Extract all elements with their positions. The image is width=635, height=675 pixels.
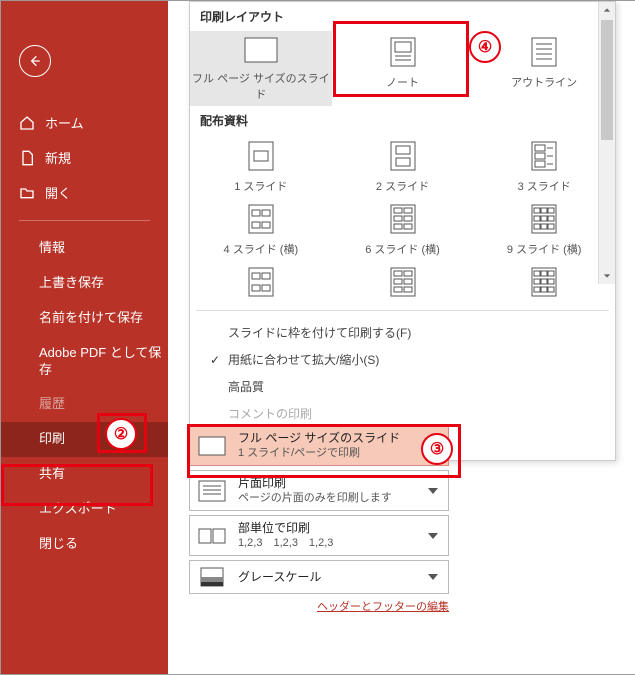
- layout-notes[interactable]: ノート: [332, 31, 474, 106]
- sidebar-share[interactable]: 共有: [1, 457, 168, 492]
- layout-icon: [196, 434, 228, 458]
- handout-6h-label: 6 スライド (横): [365, 244, 440, 256]
- flyout-scrollbar[interactable]: [598, 2, 615, 284]
- sidebar-new[interactable]: 新規: [1, 140, 168, 175]
- setting-layout-sub: 1 スライド/ページで印刷: [238, 446, 428, 461]
- sidebar-save-as[interactable]: 名前を付けて保存: [1, 301, 168, 336]
- sidebar-adobe-pdf[interactable]: Adobe PDF として保存: [1, 336, 168, 388]
- back-button[interactable]: [19, 45, 51, 77]
- sidebar-home[interactable]: ホーム: [1, 105, 168, 140]
- handout-6v-slides[interactable]: [332, 261, 474, 308]
- layout-outline[interactable]: アウトライン: [473, 31, 615, 106]
- home-icon: [19, 115, 35, 131]
- setting-side-title: 片面印刷: [238, 475, 428, 491]
- layout-full-page-label: フル ページ サイズのスライド: [192, 73, 330, 101]
- handout-9v-icon: [531, 267, 557, 300]
- sidebar-separator: [19, 220, 150, 221]
- opt-hq-label: 高品質: [228, 378, 264, 395]
- print-settings: フル ページ サイズのスライド 1 スライド/ページで印刷 片面印刷 ページの片…: [189, 425, 449, 614]
- layout-outline-label: アウトライン: [511, 77, 577, 89]
- handout-4v-slides[interactable]: [190, 261, 332, 308]
- setting-color-dropdown[interactable]: グレースケール: [189, 560, 449, 594]
- header-footer-link[interactable]: ヘッダーとフッターの編集: [317, 601, 449, 613]
- sidebar-home-label: ホーム: [45, 113, 84, 132]
- chevron-down-icon: [428, 533, 438, 539]
- opt-frame-label: スライドに枠を付けて印刷する(F): [228, 324, 411, 341]
- outline-icon: [531, 37, 557, 70]
- check-icon: ✓: [208, 353, 222, 367]
- opt-print-comments: コメントの印刷: [190, 400, 615, 427]
- sidebar-close[interactable]: 閉じる: [1, 527, 168, 562]
- handout-6h-slides[interactable]: 6 スライド (横): [332, 198, 474, 261]
- sidebar-open-label: 開く: [45, 183, 71, 202]
- handout-1-icon: [248, 141, 274, 174]
- setting-side-sub: ページの片面のみを印刷します: [238, 491, 428, 506]
- layout-notes-label: ノート: [386, 77, 419, 89]
- setting-side-dropdown[interactable]: 片面印刷 ページの片面のみを印刷します: [189, 470, 449, 511]
- sidebar-open[interactable]: 開く: [1, 175, 168, 210]
- scroll-down-icon[interactable]: [599, 268, 615, 284]
- sidebar-new-label: 新規: [45, 148, 71, 167]
- layout-full-page[interactable]: フル ページ サイズのスライド: [190, 31, 332, 106]
- sidebar-history[interactable]: 履歴: [1, 387, 168, 422]
- handout-4h-slides[interactable]: 4 スライド (横): [190, 198, 332, 261]
- setting-collate-sub: 1,2,3 1,2,3 1,2,3: [238, 536, 428, 551]
- handout-2-label: 2 スライド: [376, 181, 429, 193]
- sidebar-print[interactable]: 印刷: [1, 422, 168, 457]
- handout-1-label: 1 スライド: [234, 181, 287, 193]
- setting-color-title: グレースケール: [238, 569, 428, 585]
- section-print-layout: 印刷レイアウト: [190, 2, 615, 31]
- scroll-thumb[interactable]: [601, 20, 613, 140]
- sidebar-save[interactable]: 上書き保存: [1, 266, 168, 301]
- chevron-down-icon: [428, 574, 438, 580]
- handout-4v-icon: [248, 267, 274, 300]
- open-icon: [19, 185, 35, 201]
- setting-collate-dropdown[interactable]: 部単位で印刷 1,2,3 1,2,3 1,2,3: [189, 515, 449, 556]
- handout-9h-label: 9 スライド (横): [507, 244, 582, 256]
- handout-3-slides[interactable]: 3 スライド: [473, 135, 615, 198]
- handout-9v-slides[interactable]: [473, 261, 615, 308]
- handout-9h-icon: [531, 204, 557, 237]
- full-page-icon: [244, 37, 278, 66]
- opt-comments-label: コメントの印刷: [228, 405, 312, 422]
- section-handouts: 配布資料: [190, 106, 615, 135]
- handout-4h-label: 4 スライド (横): [224, 244, 299, 256]
- grayscale-icon: [196, 565, 228, 589]
- chevron-down-icon: [428, 443, 438, 449]
- handout-6h-icon: [390, 204, 416, 237]
- chevron-down-icon: [428, 488, 438, 494]
- print-layout-flyout: 印刷レイアウト フル ページ サイズのスライド ノート: [189, 1, 616, 461]
- one-sided-icon: [196, 479, 228, 503]
- collate-icon: [196, 524, 228, 548]
- setting-collate-title: 部単位で印刷: [238, 520, 428, 536]
- opt-frame-slides[interactable]: スライドに枠を付けて印刷する(F): [190, 319, 615, 346]
- handout-3-icon: [531, 141, 557, 174]
- setting-layout-dropdown[interactable]: フル ページ サイズのスライド 1 スライド/ページで印刷: [189, 425, 449, 466]
- handout-3-label: 3 スライド: [518, 181, 571, 193]
- scroll-up-icon[interactable]: [599, 2, 615, 18]
- opt-fit-to-paper[interactable]: ✓ 用紙に合わせて拡大/縮小(S): [190, 346, 615, 373]
- handout-4h-icon: [248, 204, 274, 237]
- handout-6v-icon: [390, 267, 416, 300]
- opt-fit-label: 用紙に合わせて拡大/縮小(S): [228, 351, 379, 368]
- print-panel: 印刷レイアウト フル ページ サイズのスライド ノート: [168, 1, 635, 674]
- handout-1-slide[interactable]: 1 スライド: [190, 135, 332, 198]
- sidebar-export[interactable]: エクスポート: [1, 492, 168, 527]
- sidebar-info[interactable]: 情報: [1, 231, 168, 266]
- handout-2-icon: [390, 141, 416, 174]
- notes-icon: [390, 37, 416, 70]
- opt-high-quality[interactable]: 高品質: [190, 373, 615, 400]
- handout-9h-slides[interactable]: 9 スライド (横): [473, 198, 615, 261]
- backstage-sidebar: ホーム 新規 開く 情報 上書き保存 名前を付けて保存 Adobe PDF とし…: [1, 1, 168, 674]
- handout-2-slides[interactable]: 2 スライド: [332, 135, 474, 198]
- setting-layout-title: フル ページ サイズのスライド: [238, 430, 428, 446]
- new-icon: [19, 150, 35, 166]
